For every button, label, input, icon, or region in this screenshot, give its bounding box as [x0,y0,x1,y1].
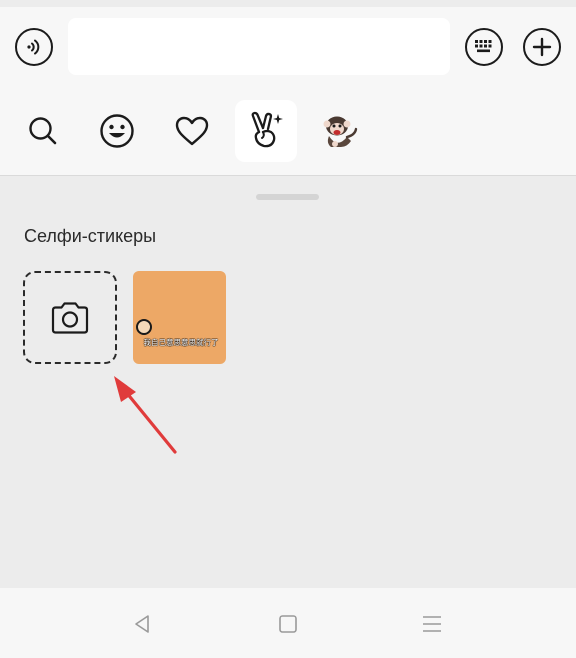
plus-icon [532,37,552,57]
tab-search[interactable] [12,100,74,162]
selfie-sticker-icon [251,111,283,148]
system-navigation-bar [0,588,576,658]
keyboard-button[interactable] [465,28,503,66]
menu-lines-icon [423,616,441,632]
camera-icon [51,301,89,334]
add-more-button[interactable] [523,28,561,66]
tab-emoji[interactable] [86,100,148,162]
panel-drag-handle[interactable] [256,194,319,200]
back-triangle-icon [135,615,149,633]
voice-input-icon [27,39,40,55]
sticker-dot [136,319,152,335]
voice-input-button[interactable] [15,28,53,66]
nav-back-button[interactable] [128,610,156,638]
message-input[interactable] [68,18,450,75]
nav-menu-button[interactable] [418,610,446,638]
tab-monkey-sticker-pack[interactable] [308,100,370,162]
home-square-icon [279,615,297,633]
selfie-sticker-item[interactable]: 我自己意思意思就行了 [133,271,226,364]
keyboard-icon [475,40,492,53]
add-selfie-sticker-button[interactable] [23,271,117,364]
heart-icon [175,116,209,146]
tab-selfie-stickers[interactable] [235,100,297,162]
section-title: Селфи-стикеры [24,226,157,246]
nav-home-button[interactable] [274,610,302,638]
sticker-caption: 我自己意思意思就行了 [143,338,219,347]
input-toolbar [0,7,576,176]
monkey-sticker-pack-icon [323,116,358,147]
smiley-icon [100,114,134,148]
tab-favorites[interactable] [161,100,223,162]
search-icon [29,117,57,145]
